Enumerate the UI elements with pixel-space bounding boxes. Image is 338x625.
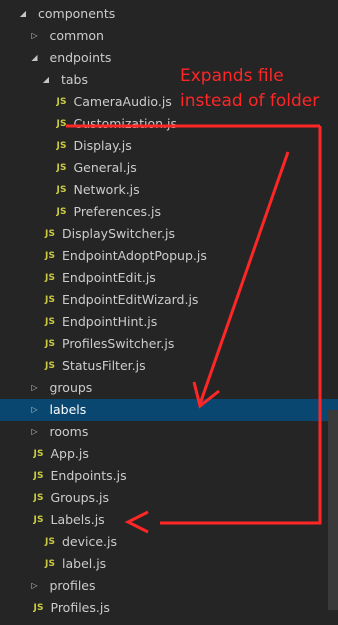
diagonal-arrow-line [198,151,290,405]
arrowhead-left [124,510,149,534]
annotation-line-2: instead of folder [180,91,320,111]
annotation-line-1: Expands file [180,66,284,86]
annotation-text: Expands file instead of folder [180,64,319,114]
bracket-line [160,126,322,525]
